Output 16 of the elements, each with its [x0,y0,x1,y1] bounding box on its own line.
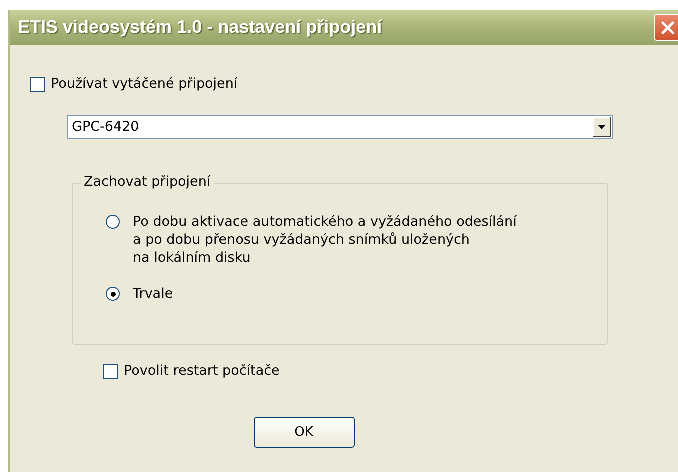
group-legend: Zachovat připojení [81,174,214,190]
close-button[interactable] [654,14,678,41]
close-icon [660,20,676,36]
radio-label: Trvale [133,285,174,303]
radio-button[interactable] [106,215,120,229]
checkbox[interactable] [103,364,118,378]
checkbox-label: Používat vytáčené připojení [51,76,238,92]
dropdown-arrow-button[interactable] [593,117,611,137]
window-title: ETIS videosystém 1.0 - nastavení připojení [17,17,382,38]
connection-dropdown[interactable]: GPC-6420 [67,115,613,139]
checkbox-label: Povolit restart počítače [124,363,280,379]
ok-button[interactable]: OK [254,417,354,448]
caret-icon [598,124,606,130]
checkbox[interactable] [30,76,45,92]
radio-label: Po dobu aktivace automatického a vyžádaného odesílání a po dobu přenosu vyžádaných snímků uložených na lokálním disku [133,213,517,267]
radio-button[interactable] [106,287,120,301]
